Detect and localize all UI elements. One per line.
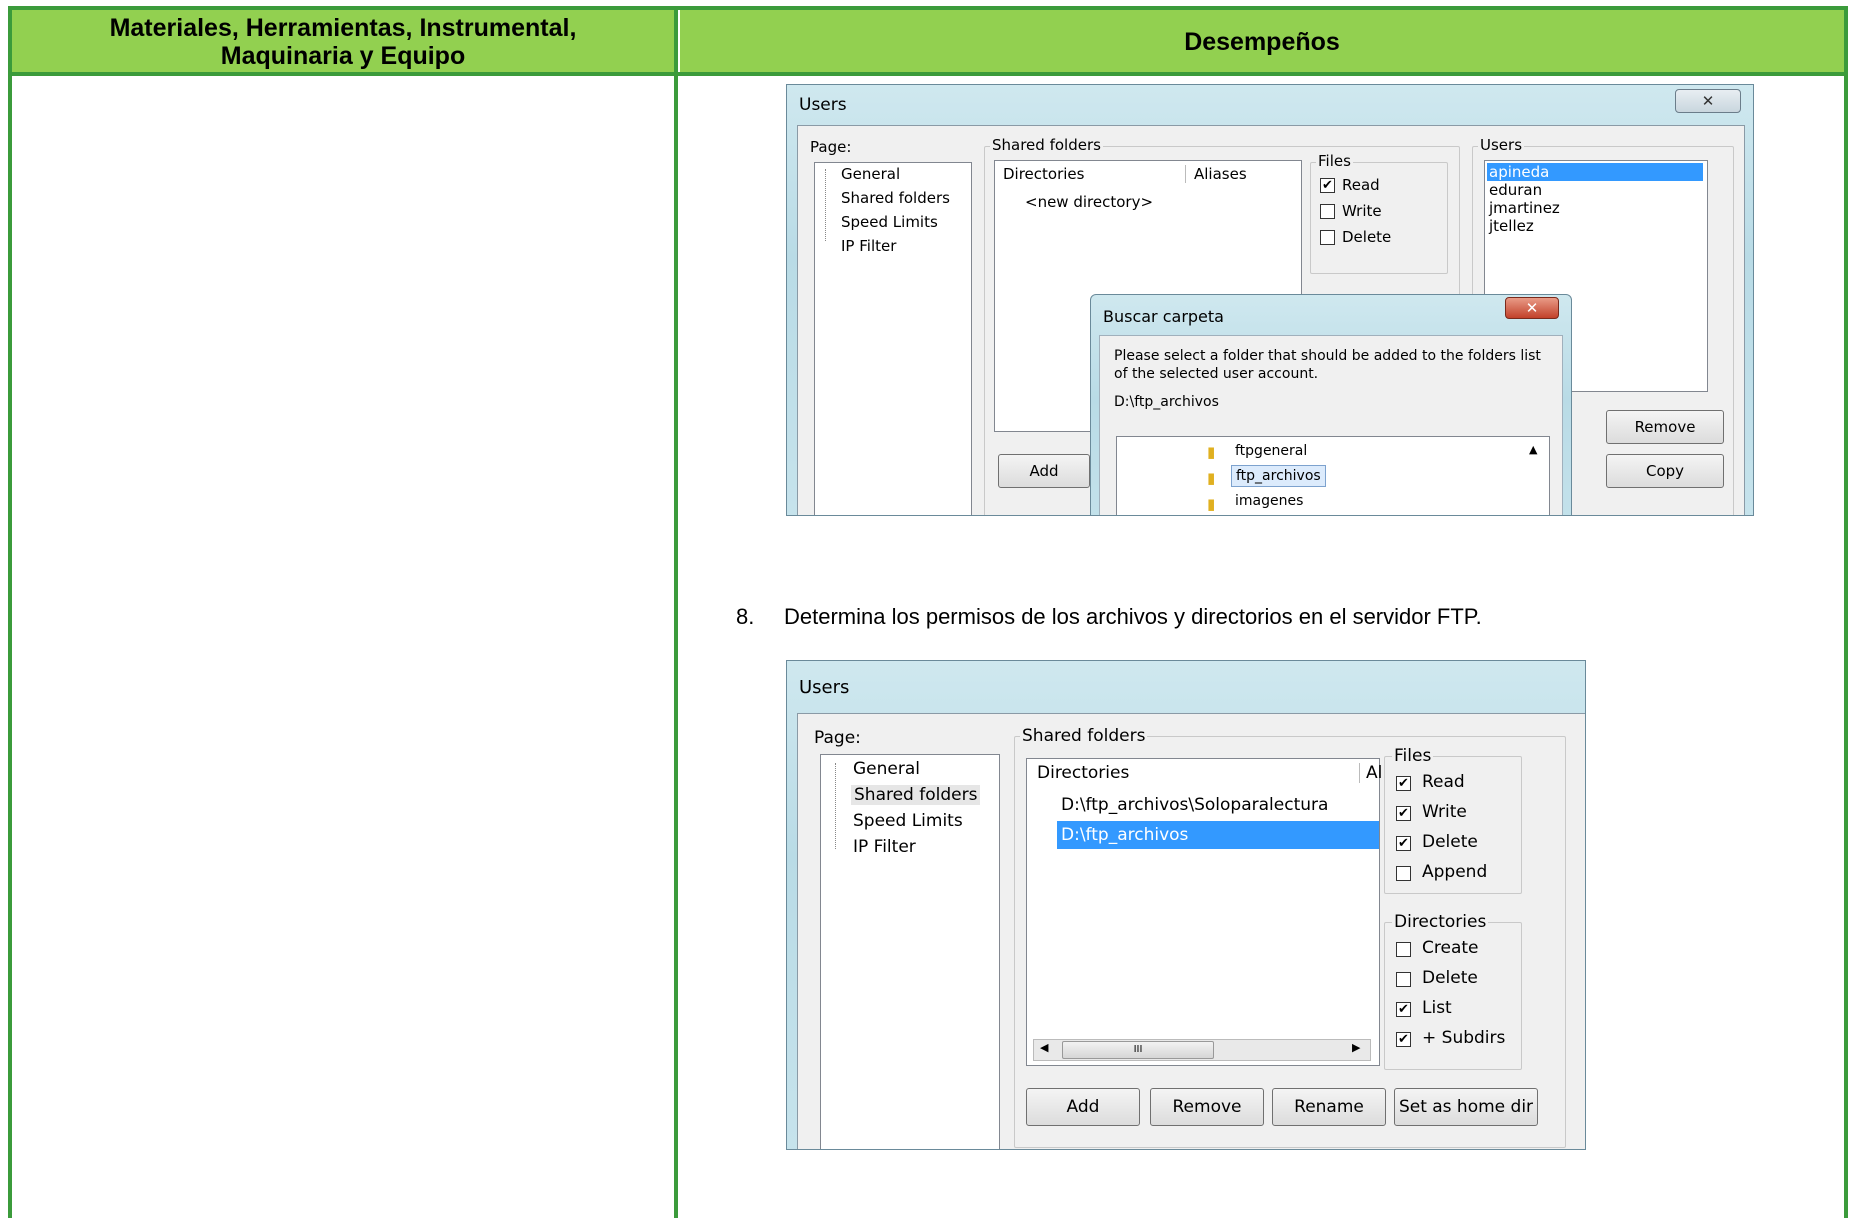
user-item-jtellez[interactable]: jtellez (1489, 217, 1534, 235)
col-directories[interactable]: Directories (1003, 165, 1084, 183)
files-write-checkbox[interactable] (1320, 204, 1335, 219)
dir-create-checkbox[interactable] (1396, 942, 1411, 957)
page-item-shared-folders[interactable]: Shared folders (851, 785, 981, 805)
directories-perm-label: Directories (1392, 912, 1489, 932)
remove-user-button[interactable]: Remove (1606, 410, 1724, 444)
user-item-jmartinez[interactable]: jmartinez (1489, 199, 1560, 217)
files-delete-label: Delete (1422, 832, 1478, 852)
folder-icon: ▮ (1207, 469, 1216, 487)
remove-button[interactable]: Remove (1150, 1088, 1264, 1126)
folder-item-ftp-archivos[interactable]: ftp_archivos (1231, 465, 1326, 487)
files-delete-checkbox[interactable]: ✔ (1396, 836, 1411, 851)
dir-delete-checkbox[interactable] (1396, 972, 1411, 987)
files-write-label: Write (1422, 802, 1467, 822)
users-dialog-body: Page: General Shared folders Speed Limit… (797, 125, 1745, 515)
folder-icon: ▮ (1207, 443, 1216, 461)
page-item-speed-limits[interactable]: Speed Limits (841, 213, 938, 231)
files-read-label: Read (1342, 176, 1380, 194)
add-button[interactable]: Add (1026, 1088, 1140, 1126)
user-item-eduran[interactable]: eduran (1489, 181, 1542, 199)
column-divider (674, 6, 678, 1218)
files-delete-label: Delete (1342, 228, 1392, 246)
dialog-title: Buscar carpeta (1103, 307, 1224, 326)
page-tree: General Shared folders Speed Limits IP F… (820, 754, 1000, 1149)
step-number: 8. (736, 604, 755, 629)
dialog-message-line1: Please select a folder that should be ad… (1114, 348, 1541, 364)
scroll-up-icon[interactable]: ▲ (1529, 443, 1537, 456)
folder-item-imagenes[interactable]: imagenes (1235, 493, 1303, 509)
horizontal-scrollbar[interactable]: ◀ III ▶ (1033, 1039, 1371, 1061)
scrollbar-thumb[interactable]: III (1062, 1041, 1214, 1059)
scroll-right-icon[interactable]: ▶ (1352, 1041, 1360, 1054)
files-delete-checkbox[interactable] (1320, 230, 1335, 245)
copy-user-button[interactable]: Copy (1606, 454, 1724, 488)
buscar-carpeta-dialog: Buscar carpeta ✕ Please select a folder … (1090, 294, 1572, 515)
files-read-checkbox[interactable]: ✔ (1320, 178, 1335, 193)
page-item-general[interactable]: General (841, 165, 900, 183)
window-title: Users (799, 95, 847, 115)
header-materiales: Materiales, Herramientas, Instrumental, … (12, 10, 674, 74)
add-button[interactable]: Add (998, 454, 1090, 488)
set-home-dir-button[interactable]: Set as home dir (1394, 1088, 1538, 1126)
close-icon[interactable]: ✕ (1675, 89, 1741, 113)
page-item-shared-folders[interactable]: Shared folders (841, 189, 950, 207)
dialog-close-icon[interactable]: ✕ (1505, 297, 1559, 319)
files-write-checkbox[interactable]: ✔ (1396, 806, 1411, 821)
files-append-label: Append (1422, 862, 1488, 882)
directory-item-selected[interactable]: D:\ftp_archivos (1057, 821, 1379, 849)
shared-folders-label: Shared folders (1020, 726, 1148, 746)
col-aliases[interactable]: Al (1359, 763, 1382, 783)
folder-item-ftpgeneral[interactable]: ftpgeneral (1235, 443, 1307, 459)
files-append-checkbox[interactable] (1396, 866, 1411, 881)
files-label: Files (1392, 746, 1434, 766)
users-window-screenshot-2: Users Page: General Shared folders Speed… (786, 660, 1586, 1150)
dir-subdirs-label: + Subdirs (1422, 1028, 1506, 1048)
page-item-general[interactable]: General (853, 759, 920, 779)
page-tree: General Shared folders Speed Limits IP F… (814, 162, 972, 515)
header-materiales-line1: Materiales, Herramientas, Instrumental, (109, 14, 577, 42)
col-directories[interactable]: Directories (1037, 763, 1129, 783)
new-directory-item[interactable]: <new directory> (1025, 193, 1153, 211)
directories-list: Directories Al D:\ftp_archivos\Soloparal… (1026, 758, 1382, 1066)
page-label: Page: (814, 728, 861, 748)
col-aliases[interactable]: Aliases (1185, 165, 1247, 183)
files-read-label: Read (1422, 772, 1465, 792)
files-label: Files (1316, 152, 1353, 170)
rename-button[interactable]: Rename (1272, 1088, 1386, 1126)
folder-icon: ▮ (1207, 495, 1216, 513)
dir-create-label: Create (1422, 938, 1479, 958)
header-divider (8, 72, 1848, 76)
page-item-speed-limits[interactable]: Speed Limits (853, 811, 963, 831)
step-text: Determina los permisos de los archivos y… (784, 604, 1482, 629)
folder-tree: ▮ ftpgeneral ▮ ftp_archivos ▮ imagenes ▲ (1116, 436, 1550, 515)
dialog-selected-path: D:\ftp_archivos (1114, 394, 1219, 410)
files-read-checkbox[interactable]: ✔ (1396, 776, 1411, 791)
directory-item[interactable]: D:\ftp_archivos\Soloparalectura (1061, 795, 1328, 815)
user-item-apineda[interactable]: apineda (1487, 163, 1703, 181)
users-label: Users (1478, 136, 1525, 154)
page-item-ip-filter[interactable]: IP Filter (853, 837, 916, 857)
header-materiales-line2: Maquinaria y Equipo (220, 42, 466, 70)
users-window-screenshot-1: Users ✕ Page: General Shared folders Spe… (786, 84, 1754, 516)
shared-folders-label: Shared folders (990, 136, 1103, 154)
header-desempenos: Desempeños (680, 10, 1844, 74)
users-dialog-body: Page: General Shared folders Speed Limit… (797, 713, 1585, 1149)
page-label: Page: (810, 138, 852, 156)
dir-delete-label: Delete (1422, 968, 1478, 988)
files-write-label: Write (1342, 202, 1382, 220)
window-title: Users (799, 677, 850, 698)
dir-list-label: List (1422, 998, 1452, 1018)
dialog-message-line2: of the selected user account. (1114, 366, 1319, 382)
dir-list-checkbox[interactable]: ✔ (1396, 1002, 1411, 1017)
step-8: 8. Determina los permisos de los archivos… (736, 604, 1482, 630)
scroll-left-icon[interactable]: ◀ (1040, 1041, 1048, 1054)
dir-subdirs-checkbox[interactable]: ✔ (1396, 1032, 1411, 1047)
page-item-ip-filter[interactable]: IP Filter (841, 237, 896, 255)
